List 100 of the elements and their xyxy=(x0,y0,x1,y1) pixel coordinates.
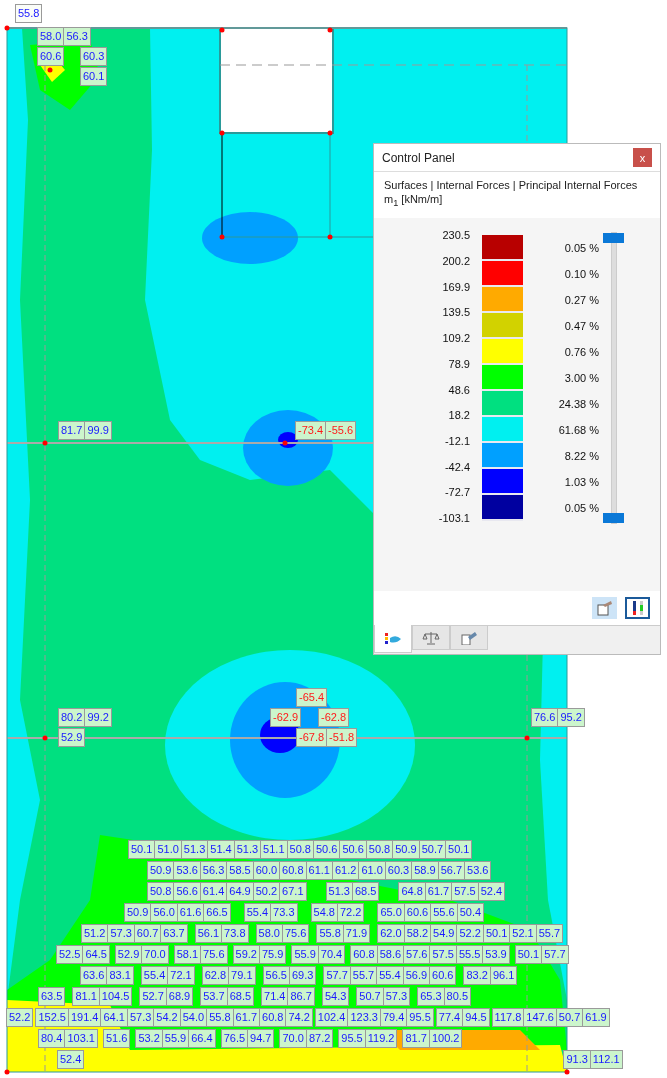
color-legend-icon xyxy=(384,631,402,646)
balance-scale-icon xyxy=(422,630,440,645)
result-value: 57.3 xyxy=(126,1008,155,1027)
result-value: 100.2 xyxy=(428,1029,463,1048)
panel-title: Control Panel xyxy=(382,150,455,165)
result-value: 60.6 xyxy=(37,47,65,66)
result-value: 68.9 xyxy=(165,987,194,1006)
result-value: 60.1 xyxy=(80,67,108,86)
result-value: 51.2 xyxy=(81,924,109,943)
result-value: -51.8 xyxy=(326,728,358,747)
result-value: 73.8 xyxy=(221,924,249,943)
legend-value: 230.5 xyxy=(442,228,470,243)
result-value: 70.4 xyxy=(317,945,346,964)
result-value: 60.7 xyxy=(133,924,162,943)
result-value: 61.7 xyxy=(424,882,453,901)
node-point xyxy=(42,735,48,741)
result-value: 63.6 xyxy=(80,966,108,985)
result-value: 55.4 xyxy=(243,903,272,922)
result-value: 52.4 xyxy=(477,882,506,901)
slider-handle[interactable] xyxy=(603,233,624,244)
result-value: 119.2 xyxy=(364,1029,398,1048)
result-value: -62.8 xyxy=(318,708,350,727)
result-value: 56.5 xyxy=(262,966,290,985)
result-value: 61.6 xyxy=(176,903,205,922)
panel-tab[interactable] xyxy=(412,626,450,650)
close-button[interactable]: x xyxy=(633,148,652,167)
result-value: 54.3 xyxy=(321,987,350,1006)
result-value: 55.8 xyxy=(15,4,43,23)
legend-percent: 0.47 % xyxy=(564,319,599,335)
result-value: 55.8 xyxy=(316,924,344,943)
result-value: 94.5 xyxy=(462,1008,490,1027)
legend-value: 169.9 xyxy=(442,279,470,294)
legend-value: -72.7 xyxy=(444,485,470,500)
result-value: 65.3 xyxy=(417,987,445,1006)
result-value: 60.8 xyxy=(259,1008,287,1027)
node-point xyxy=(282,440,288,446)
result-value: 53.9 xyxy=(482,945,510,964)
result-value: 56.0 xyxy=(150,903,178,922)
result-value: 56.6 xyxy=(173,882,201,901)
result-value: 55.9 xyxy=(161,1029,190,1048)
result-value: 51.4 xyxy=(207,840,235,859)
result-value: 52.9 xyxy=(58,728,86,747)
result-value: 67.1 xyxy=(279,882,307,901)
node-point xyxy=(327,234,333,240)
color-scale-icon xyxy=(630,600,645,616)
result-value: 58.6 xyxy=(376,945,405,964)
result-value: 56.3 xyxy=(63,27,91,46)
result-value: 50.7 xyxy=(555,1008,584,1027)
result-value: 64.8 xyxy=(398,882,426,901)
result-value: 50.9 xyxy=(147,861,175,880)
legend-value: 200.2 xyxy=(442,253,470,268)
node-point xyxy=(4,25,10,31)
result-value: 58.5 xyxy=(226,861,254,880)
result-value: 55.4 xyxy=(140,966,169,985)
result-value: 66.5 xyxy=(203,903,231,922)
result-value: -62.9 xyxy=(270,708,302,727)
legend-value: 109.2 xyxy=(442,331,470,346)
result-value: 94.7 xyxy=(247,1029,275,1048)
result-value: 53.6 xyxy=(173,861,201,880)
result-value: 50.1 xyxy=(482,924,511,943)
result-value: 50.6 xyxy=(339,840,367,859)
result-value: 63.5 xyxy=(38,987,66,1006)
result-value: 76.5 xyxy=(220,1029,249,1048)
result-value: 55.4 xyxy=(376,966,404,985)
legend-percent: 0.10 % xyxy=(564,267,599,283)
result-value: 95.5 xyxy=(338,1029,366,1048)
result-value: 50.7 xyxy=(418,840,447,859)
slider-handle[interactable] xyxy=(603,513,624,524)
result-value: -55.6 xyxy=(325,421,357,440)
result-value: 75.9 xyxy=(258,945,287,964)
panel-tab[interactable] xyxy=(374,625,412,653)
result-value: 50.8 xyxy=(286,840,314,859)
result-value: 191.4 xyxy=(67,1008,102,1027)
result-value: 81.7 xyxy=(402,1029,430,1048)
result-value: 80.5 xyxy=(443,987,471,1006)
result-type-heading: Surfaces | Internal Forces | Principal Internal Forces xyxy=(384,178,639,192)
result-value: 60.0 xyxy=(252,861,281,880)
panel-tab[interactable] xyxy=(450,626,488,650)
legend-percent: 0.27 % xyxy=(564,293,599,309)
result-value: 51.1 xyxy=(260,840,288,859)
legend-percent: 1.03 % xyxy=(564,475,599,491)
clipboard-brush-icon xyxy=(596,600,613,616)
result-value: 58.0 xyxy=(255,924,283,943)
result-value: 95.5 xyxy=(406,1008,434,1027)
result-value: 57.3 xyxy=(382,987,411,1006)
legend-percent: 0.76 % xyxy=(564,345,599,361)
toolbar-button[interactable] xyxy=(625,597,650,619)
result-value: 73.3 xyxy=(270,903,298,922)
result-value: 55.6 xyxy=(430,903,458,922)
result-value: 57.7 xyxy=(323,966,351,985)
result-value: 50.1 xyxy=(128,840,156,859)
result-value: 50.1 xyxy=(445,840,473,859)
result-value: 64.5 xyxy=(82,945,110,964)
result-value: 86.7 xyxy=(287,987,315,1006)
result-value: 61.2 xyxy=(331,861,360,880)
result-value: 51.6 xyxy=(102,1029,131,1048)
result-value: 65.0 xyxy=(377,903,405,922)
result-value: 61.7 xyxy=(232,1008,260,1027)
result-value: 71.4 xyxy=(261,987,289,1006)
legend-percent: 8.22 % xyxy=(564,449,599,465)
